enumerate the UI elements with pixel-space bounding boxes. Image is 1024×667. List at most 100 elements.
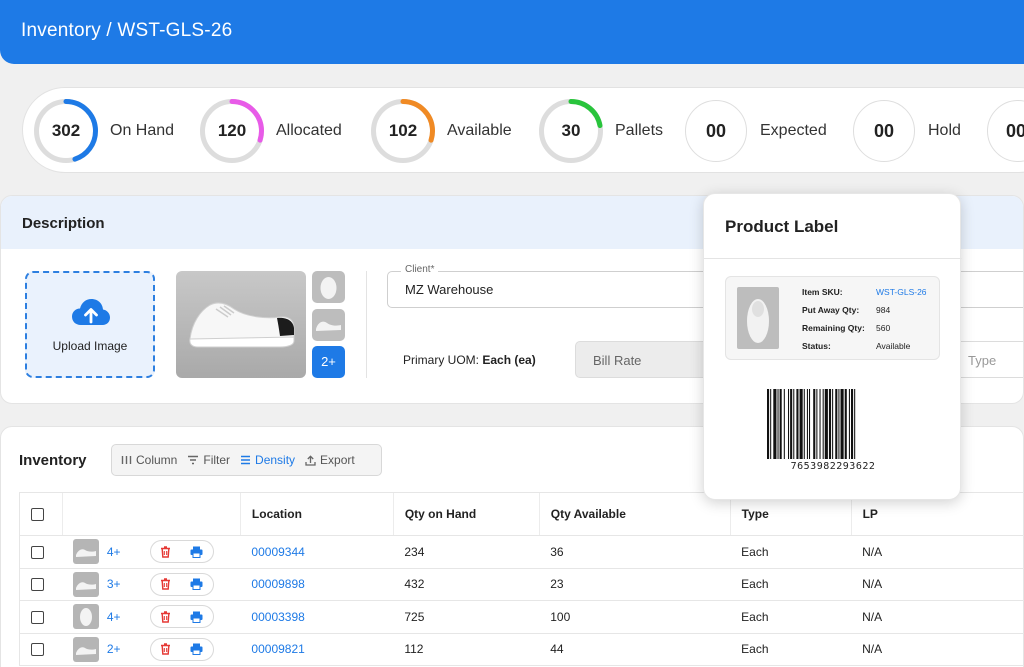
export-button[interactable]: Export: [305, 453, 355, 467]
row-thumbnail[interactable]: [73, 636, 100, 662]
row-checkbox[interactable]: [31, 643, 44, 657]
row-thumbnail[interactable]: [73, 604, 100, 630]
column-header-qty-available[interactable]: Qty Available: [538, 492, 731, 536]
column-header-location[interactable]: Location: [239, 492, 394, 536]
stat-label: Hold: [928, 122, 961, 139]
row-actions: [149, 540, 214, 564]
putaway-label: Put Away Qty:: [802, 305, 860, 315]
stat-on-hand[interactable]: 302 On Hand: [33, 97, 174, 165]
stat-allocated[interactable]: 120 Allocated: [199, 97, 342, 165]
bill-rate-placeholder: Bill Rate: [593, 353, 642, 368]
qty-available-cell: 36: [539, 535, 731, 569]
qty-available-cell: 100: [539, 600, 731, 634]
stat-label: Pallets: [615, 122, 664, 139]
table-row[interactable]: 4+ 00003398 725 100 Each N/A: [19, 600, 1024, 634]
type-cell: Each: [730, 535, 852, 569]
print-icon[interactable]: [190, 643, 203, 656]
delete-icon[interactable]: [160, 578, 171, 590]
image-count[interactable]: 4+: [107, 545, 121, 559]
stat-pallets[interactable]: 30 Pallets: [538, 97, 663, 165]
stat-value: 102: [388, 121, 418, 140]
export-label: Export: [320, 453, 355, 467]
product-label-image: [737, 287, 779, 349]
product-label-card: Item SKU: WST-GLS-26 Put Away Qty: 984 R…: [725, 276, 940, 360]
inventory-title: Inventory: [19, 452, 87, 469]
sneaker-thumbnail-image: [76, 549, 97, 558]
row-checkbox[interactable]: [31, 578, 44, 592]
type-cell: Each: [730, 600, 852, 634]
barcode-bar: [777, 389, 779, 459]
print-icon[interactable]: [190, 578, 203, 591]
row-actions: [149, 572, 214, 596]
filter-button[interactable]: Filter: [187, 453, 230, 467]
barcode-bar: [840, 389, 844, 459]
column-button[interactable]: Column: [121, 453, 177, 467]
sneaker-thumbnail-image: [76, 581, 97, 590]
barcode-bar: [803, 389, 805, 459]
density-button[interactable]: Density: [240, 453, 295, 467]
stat-expected[interactable]: 00 Expected: [685, 97, 827, 165]
product-image-main[interactable]: [176, 271, 306, 378]
barcode-bar: [816, 389, 818, 459]
more-images-button[interactable]: 2+: [312, 346, 345, 378]
delete-icon[interactable]: [160, 546, 171, 558]
description-title: Description: [22, 215, 105, 232]
lp-cell: N/A: [851, 600, 1024, 634]
primary-uom-value: Each (ea): [482, 353, 536, 367]
stat-extra[interactable]: 00: [987, 97, 1024, 165]
delete-icon[interactable]: [160, 611, 171, 623]
row-thumbnail[interactable]: [73, 539, 100, 565]
stat-label: On Hand: [110, 122, 175, 139]
column-header-qty-on-hand[interactable]: Qty on Hand: [392, 492, 540, 536]
barcode-bar: [822, 389, 824, 459]
barcode-bar: [790, 389, 793, 459]
primary-uom: Primary UOM: Each (ea): [403, 353, 536, 367]
stats-strip: 302 On Hand 120 Allocated 102 Available: [22, 87, 1024, 173]
barcode-bar: [796, 389, 799, 459]
location-link[interactable]: 00009898: [251, 577, 304, 591]
row-checkbox[interactable]: [31, 545, 44, 559]
stat-value: 00: [853, 100, 915, 162]
export-icon: [305, 454, 316, 466]
barcode-bar: [838, 389, 840, 459]
sneaker-thumbnail-image: [80, 608, 93, 627]
upload-image-dropzone[interactable]: Upload Image: [25, 271, 155, 378]
table-row[interactable]: 3+ 00009898 432 23 Each N/A: [19, 568, 1024, 601]
stat-hold[interactable]: 00 Hold: [853, 97, 961, 165]
filter-label: Filter: [203, 453, 231, 467]
barcode-bar: [783, 389, 785, 459]
divider: [704, 258, 962, 259]
sku-label: Item SKU:: [802, 287, 843, 297]
location-link[interactable]: 00003398: [251, 610, 304, 624]
status-label: Status:: [802, 341, 831, 351]
print-icon[interactable]: [190, 611, 203, 623]
product-thumbnail[interactable]: [312, 271, 345, 303]
image-count[interactable]: 2+: [107, 642, 121, 656]
stat-available[interactable]: 102 Available: [370, 97, 512, 165]
location-link[interactable]: 00009821: [251, 642, 304, 656]
table-row[interactable]: 4+ 00009344 234 36 Each N/A: [19, 535, 1024, 569]
sneaker-thumbnail-image: [316, 321, 341, 331]
delete-icon[interactable]: [160, 643, 171, 655]
barcode-bar: [844, 389, 847, 459]
table-row[interactable]: 2+ 00009821 112 44 Each N/A: [19, 633, 1024, 666]
qty-on-hand-cell: 112: [393, 633, 540, 666]
type-field[interactable]: Type: [953, 341, 1023, 378]
breadcrumb: Inventory / WST-GLS-26: [21, 20, 233, 41]
select-all-checkbox[interactable]: [31, 508, 44, 522]
image-count[interactable]: 3+: [107, 577, 121, 591]
qty-available-cell: 23: [539, 568, 731, 601]
row-actions: [149, 637, 214, 661]
stat-value: 30: [561, 121, 581, 140]
print-icon[interactable]: [190, 546, 203, 558]
product-thumbnail[interactable]: [312, 309, 345, 341]
row-actions: [149, 605, 214, 629]
barcode-bar: [835, 389, 838, 459]
barcode-bar: [773, 389, 777, 459]
image-count[interactable]: 4+: [107, 610, 121, 624]
row-checkbox[interactable]: [31, 610, 44, 624]
type-placeholder: Type: [968, 353, 997, 368]
location-link[interactable]: 00009344: [251, 545, 304, 559]
sku-value[interactable]: WST-GLS-26: [876, 287, 927, 297]
row-thumbnail[interactable]: [73, 571, 100, 597]
